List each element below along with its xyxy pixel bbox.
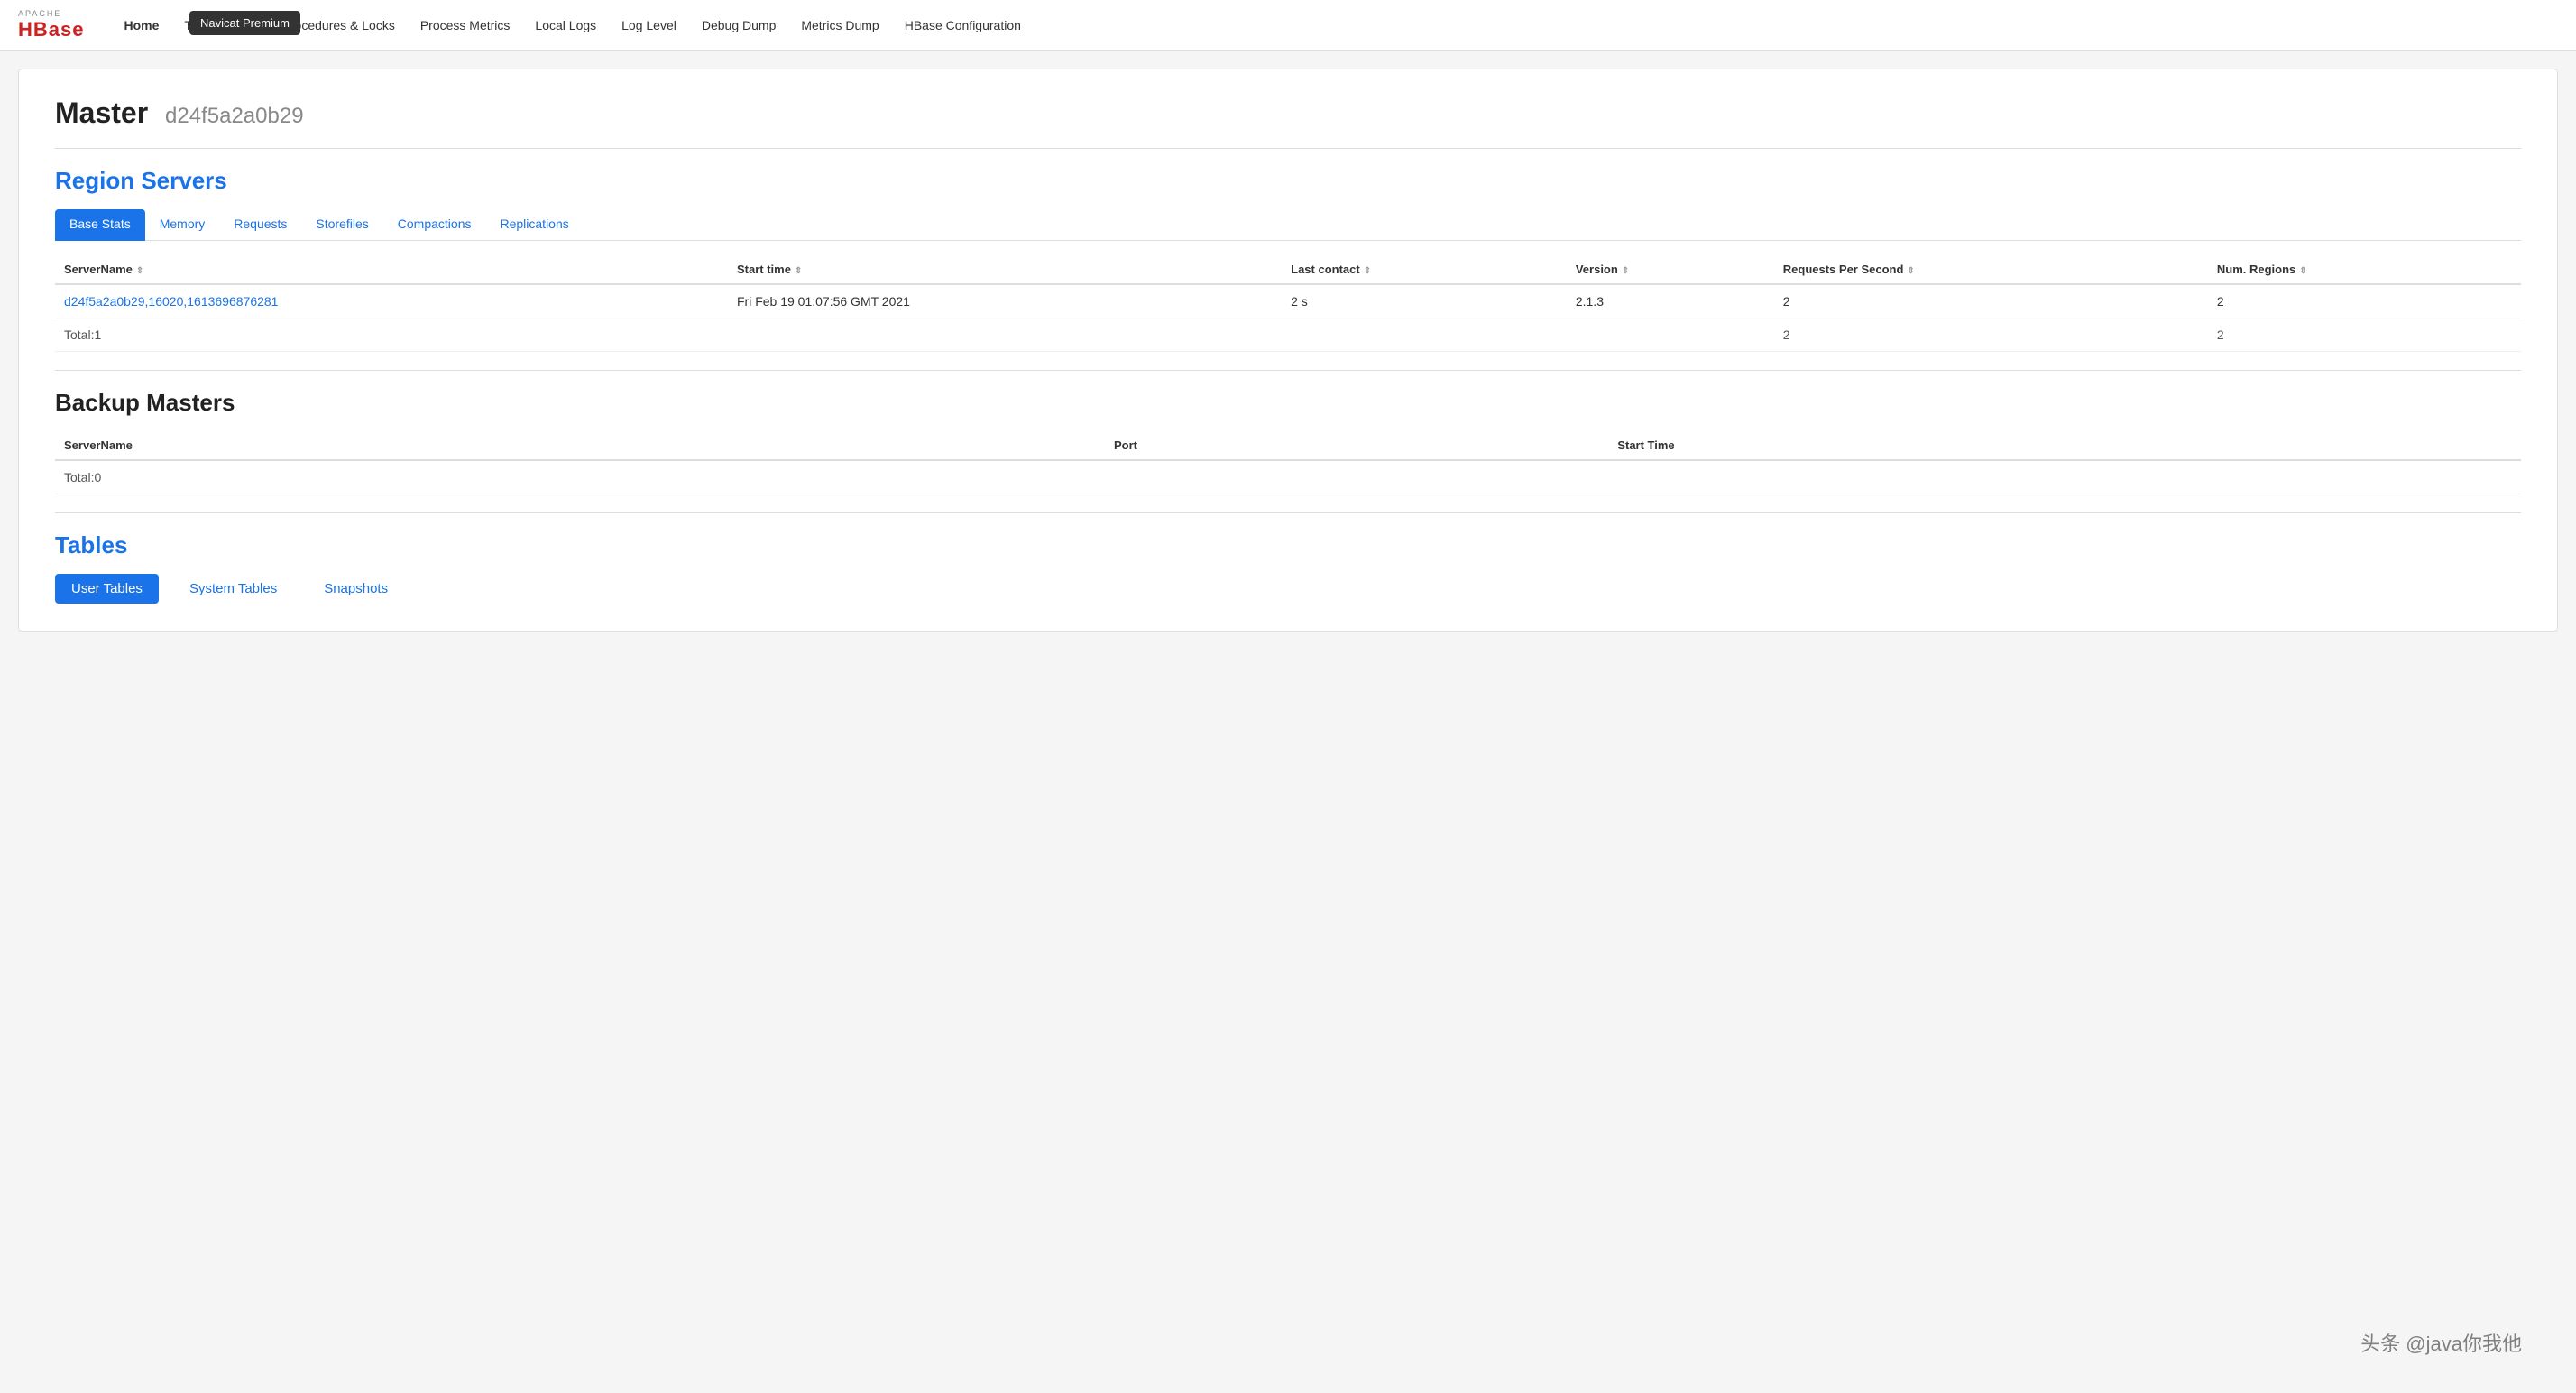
nav-link-log-level[interactable]: Log Level: [609, 0, 689, 51]
rs-server-name: d24f5a2a0b29,16020,1613696876281: [55, 284, 728, 318]
navicat-tooltip: Navicat Premium: [189, 11, 300, 35]
rs-cell-2: 2.1.3: [1567, 284, 1774, 318]
nav-link-hbase-configuration[interactable]: HBase Configuration: [892, 0, 1034, 51]
main-content: Master d24f5a2a0b29 Region Servers Base …: [18, 69, 2558, 632]
master-section: Master d24f5a2a0b29: [55, 97, 2521, 130]
region-servers-section: Region Servers Base StatsMemoryRequestsS…: [55, 167, 2521, 352]
backup-masters-title: Backup Masters: [55, 389, 2521, 417]
master-id: d24f5a2a0b29: [165, 104, 304, 128]
rs-cell-3: 2: [1774, 284, 2208, 318]
backup-masters-table: ServerNamePortStart Time Total:0: [55, 431, 2521, 494]
rs-tab-storefiles[interactable]: Storefiles: [301, 209, 382, 241]
rs-tab-compactions[interactable]: Compactions: [383, 209, 486, 241]
rs-col-version[interactable]: Version⇕: [1567, 255, 1774, 284]
tables-section-title: Tables: [55, 531, 2521, 559]
rs-total-cell-4: 2: [1774, 318, 2208, 352]
rs-col-servername[interactable]: ServerName⇕: [55, 255, 728, 284]
navbar: APACHE HBase HomeTable DetailsProcedures…: [0, 0, 2576, 51]
rs-total-row: Total:1 22: [55, 318, 2521, 352]
master-heading: Master d24f5a2a0b29: [55, 97, 2521, 130]
bm-col-servername: ServerName: [55, 431, 1105, 460]
logo-apache-text: APACHE: [18, 9, 84, 18]
tables-tab-user-tables[interactable]: User Tables: [55, 574, 159, 604]
bm-col-port: Port: [1105, 431, 1608, 460]
nav-link-metrics-dump[interactable]: Metrics Dump: [788, 0, 891, 51]
divider-3: [55, 512, 2521, 513]
watermark: 头条 @java你我他: [2360, 1328, 2522, 1357]
nav-link-debug-dump[interactable]: Debug Dump: [689, 0, 789, 51]
rs-col-last-contact[interactable]: Last contact⇕: [1282, 255, 1567, 284]
region-servers-title: Region Servers: [55, 167, 2521, 195]
logo-hbase-text: HBase: [18, 18, 84, 42]
rs-total-cell-0: Total:1: [55, 318, 728, 352]
rs-total-cell-2: [1282, 318, 1567, 352]
rs-tab-base-stats[interactable]: Base Stats: [55, 209, 145, 241]
rs-total-cell-5: 2: [2208, 318, 2521, 352]
tables-section: Tables User Tables System Tables Snapshots: [55, 531, 2521, 604]
rs-table-row: d24f5a2a0b29,16020,1613696876281 Fri Feb …: [55, 284, 2521, 318]
backup-masters-total-row: Total:0: [55, 460, 2521, 494]
region-servers-tab-bar: Base StatsMemoryRequestsStorefilesCompac…: [55, 209, 2521, 241]
nav-link-local-logs[interactable]: Local Logs: [522, 0, 609, 51]
rs-cell-4: 2: [2208, 284, 2521, 318]
rs-tab-replications[interactable]: Replications: [485, 209, 583, 241]
rs-total-cell-3: [1567, 318, 1774, 352]
tables-tab-snapshots[interactable]: Snapshots: [308, 574, 404, 604]
rs-server-name-link[interactable]: d24f5a2a0b29,16020,1613696876281: [64, 294, 278, 309]
bm-col-start-time: Start Time: [1608, 431, 2521, 460]
nav-link-home[interactable]: Home: [111, 0, 171, 51]
rs-cell-1: 2 s: [1282, 284, 1567, 318]
backup-masters-total-label: Total:0: [55, 460, 1105, 494]
backup-masters-section: Backup Masters ServerNamePortStart Time …: [55, 389, 2521, 494]
rs-col-requests-per-second[interactable]: Requests Per Second⇕: [1774, 255, 2208, 284]
logo: APACHE HBase: [18, 9, 84, 42]
region-servers-table: ServerName⇕Start time⇕Last contact⇕Versi…: [55, 255, 2521, 352]
rs-tab-memory[interactable]: Memory: [145, 209, 220, 241]
divider-2: [55, 370, 2521, 371]
divider-1: [55, 148, 2521, 149]
rs-total-cell-1: [728, 318, 1282, 352]
rs-cell-0: Fri Feb 19 01:07:56 GMT 2021: [728, 284, 1282, 318]
rs-col-num.-regions[interactable]: Num. Regions⇕: [2208, 255, 2521, 284]
tables-tab-system-tables[interactable]: System Tables: [173, 574, 293, 604]
rs-tab-requests[interactable]: Requests: [219, 209, 301, 241]
tables-tab-bar: User Tables System Tables Snapshots: [55, 574, 2521, 604]
rs-col-start-time[interactable]: Start time⇕: [728, 255, 1282, 284]
nav-link-process-metrics[interactable]: Process Metrics: [408, 0, 523, 51]
